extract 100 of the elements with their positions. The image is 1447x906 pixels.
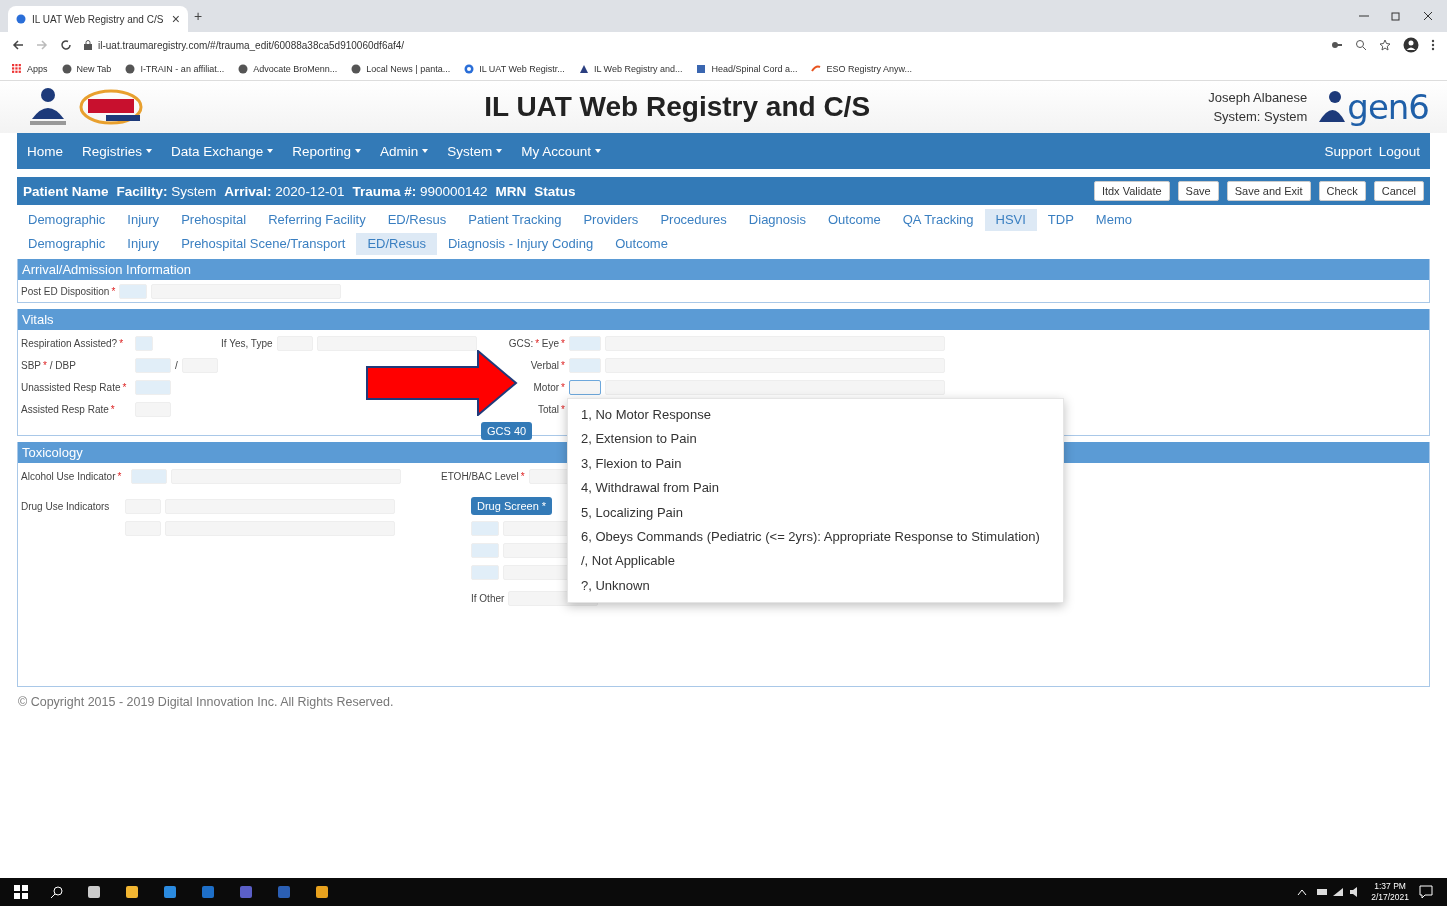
nav-link[interactable]: Admin [379, 143, 429, 159]
restore-icon[interactable] [1391, 11, 1401, 21]
tab[interactable]: Referring Facility [257, 209, 377, 231]
tab[interactable]: QA Tracking [891, 209, 985, 231]
caret-icon [146, 149, 153, 153]
gcs-button[interactable]: GCS 40 [481, 422, 533, 440]
notification-icon[interactable] [1419, 885, 1433, 899]
swoosh-icon [811, 64, 822, 74]
field-label: GCS: * Eye * [507, 337, 565, 349]
dropdown-option[interactable]: /, Not Applicable [568, 549, 1063, 574]
tab[interactable]: Prehospital [170, 209, 258, 231]
back-arrow-icon[interactable] [12, 39, 24, 51]
dropdown-option[interactable]: 1, No Motor Response [568, 403, 1063, 428]
tab[interactable]: HSVI [984, 209, 1037, 231]
tab[interactable]: Memo [1084, 209, 1143, 231]
field-label: Alcohol Use Indicator * [21, 470, 123, 482]
nav-link[interactable]: Registries [82, 143, 153, 159]
field-label: Drug Use Indicators [21, 500, 111, 512]
account-icon[interactable] [1403, 37, 1419, 53]
site-icon [16, 14, 26, 24]
bookmark[interactable]: IL Web Registry and... [578, 64, 683, 74]
close-tab-button[interactable]: × [171, 12, 180, 26]
toolbar-button[interactable]: Cancel [1373, 181, 1424, 201]
bookmark[interactable]: ESO Registry Anyw... [811, 64, 912, 74]
tab[interactable]: Diagnosis - Injury Coding [436, 233, 605, 255]
bookmark[interactable]: Apps [12, 64, 48, 74]
nav-link[interactable]: Home [27, 143, 63, 159]
tab[interactable]: Demographic [17, 209, 117, 231]
nav-link[interactable]: System [447, 143, 503, 159]
tab[interactable]: Prehospital Scene/Transport [170, 233, 357, 255]
dropdown-option[interactable]: 6, Obeys Commands (Pediatric (<= 2yrs): Appropriate Response to Stimulation) [568, 524, 1063, 550]
caret-icon [422, 149, 429, 153]
reload-icon[interactable] [60, 39, 72, 51]
document-icon[interactable] [276, 884, 292, 900]
toolbar-button[interactable]: Itdx Validate [1093, 181, 1170, 201]
bookmark[interactable]: New Tab [61, 64, 112, 74]
task-view-icon[interactable] [86, 884, 102, 900]
tab[interactable]: TDP [1036, 209, 1085, 231]
browser-icon[interactable] [162, 884, 178, 900]
nav-link[interactable]: Data Exchange [171, 143, 274, 159]
key-icon[interactable] [1331, 39, 1343, 51]
patient-field: Arrival: 2020-12-01 [224, 183, 345, 199]
field-label: Verbal * [529, 359, 565, 371]
toolbar-button[interactable]: Save [1177, 181, 1219, 201]
dropdown-option[interactable]: 4, Withdrawal from Pain [568, 476, 1063, 501]
patient-field: Facility: System [116, 183, 217, 199]
folder-icon[interactable] [124, 884, 140, 900]
tab[interactable]: Patient Tracking [457, 209, 573, 231]
tab[interactable]: Outcome [816, 209, 892, 231]
brand-logo: gen6 [1347, 87, 1429, 127]
input-field[interactable] [569, 379, 601, 395]
tab[interactable]: Diagnosis [737, 209, 817, 231]
bookmark[interactable]: Local News | panta... [351, 64, 451, 74]
nav-link[interactable]: Support [1324, 143, 1372, 159]
tab[interactable]: Outcome [604, 233, 679, 255]
caret-icon [594, 149, 601, 153]
windows-logo-icon[interactable] [14, 885, 28, 899]
browser-icon[interactable] [314, 884, 330, 900]
nav-link[interactable]: My Account [521, 143, 601, 159]
toolbar-button[interactable]: Save and Exit [1226, 181, 1311, 201]
tab[interactable]: Injury [116, 233, 171, 255]
star-icon[interactable] [1379, 39, 1391, 51]
search-icon[interactable] [50, 885, 64, 899]
drug-screen-button[interactable]: Drug Screen * [471, 497, 553, 515]
tab[interactable]: Injury [116, 209, 171, 231]
toolbar-button[interactable]: Check [1318, 181, 1366, 201]
tab[interactable]: Providers [572, 209, 650, 231]
globe-icon [351, 64, 362, 74]
nav-link[interactable]: Logout [1378, 143, 1420, 159]
nav-link[interactable]: Reporting [292, 143, 361, 159]
section-header: Arrival/Admission Information [18, 259, 1429, 280]
forward-arrow-icon[interactable] [36, 39, 48, 51]
apps-grid-icon [12, 64, 22, 74]
more-icon[interactable] [1431, 39, 1435, 51]
dropdown-option[interactable]: ?, Unknown [568, 573, 1063, 599]
copyright-text: © Copyright 2015 - 2019 Digital Innovation Inc. All Rights Reserved. [18, 695, 395, 709]
browser-tab[interactable]: IL UAT Web Registry and C/S × [8, 6, 188, 32]
dropdown-option[interactable]: 5, Localizing Pain [568, 500, 1063, 525]
tab[interactable]: ED/Resus [356, 233, 437, 255]
close-icon[interactable] [1423, 11, 1433, 21]
field-label: SBP * / DBP [21, 359, 77, 371]
tab[interactable]: ED/Resus [376, 209, 458, 231]
bookmark[interactable]: Head/Spinal Cord a... [696, 64, 798, 74]
clock-time: 1:37 PM [1373, 881, 1407, 892]
caret-up-icon[interactable] [1297, 888, 1308, 896]
tab[interactable]: Demographic [17, 233, 117, 255]
tab[interactable]: Procedures [649, 209, 738, 231]
new-tab-button[interactable]: + [194, 9, 203, 23]
zoom-icon[interactable] [1355, 39, 1367, 51]
patient-field: MRN [495, 183, 527, 199]
caret-icon [354, 149, 361, 153]
bookmark[interactable]: IL UAT Web Registr... [464, 64, 565, 74]
field-label: Assisted Resp Rate * [21, 403, 116, 415]
address-bar[interactable]: il-uat.traumaregistry.com/#/trauma_edit/60088a38ca5d910060df6af4/ [98, 39, 405, 51]
chat-icon[interactable] [238, 884, 254, 900]
mail-icon[interactable] [200, 884, 216, 900]
patient-field: Status [534, 183, 576, 199]
bookmark[interactable]: I-TRAIN - an affiliat... [125, 64, 225, 74]
bookmark[interactable]: Advocate BroMenn... [238, 64, 338, 74]
globe-icon [61, 64, 72, 74]
